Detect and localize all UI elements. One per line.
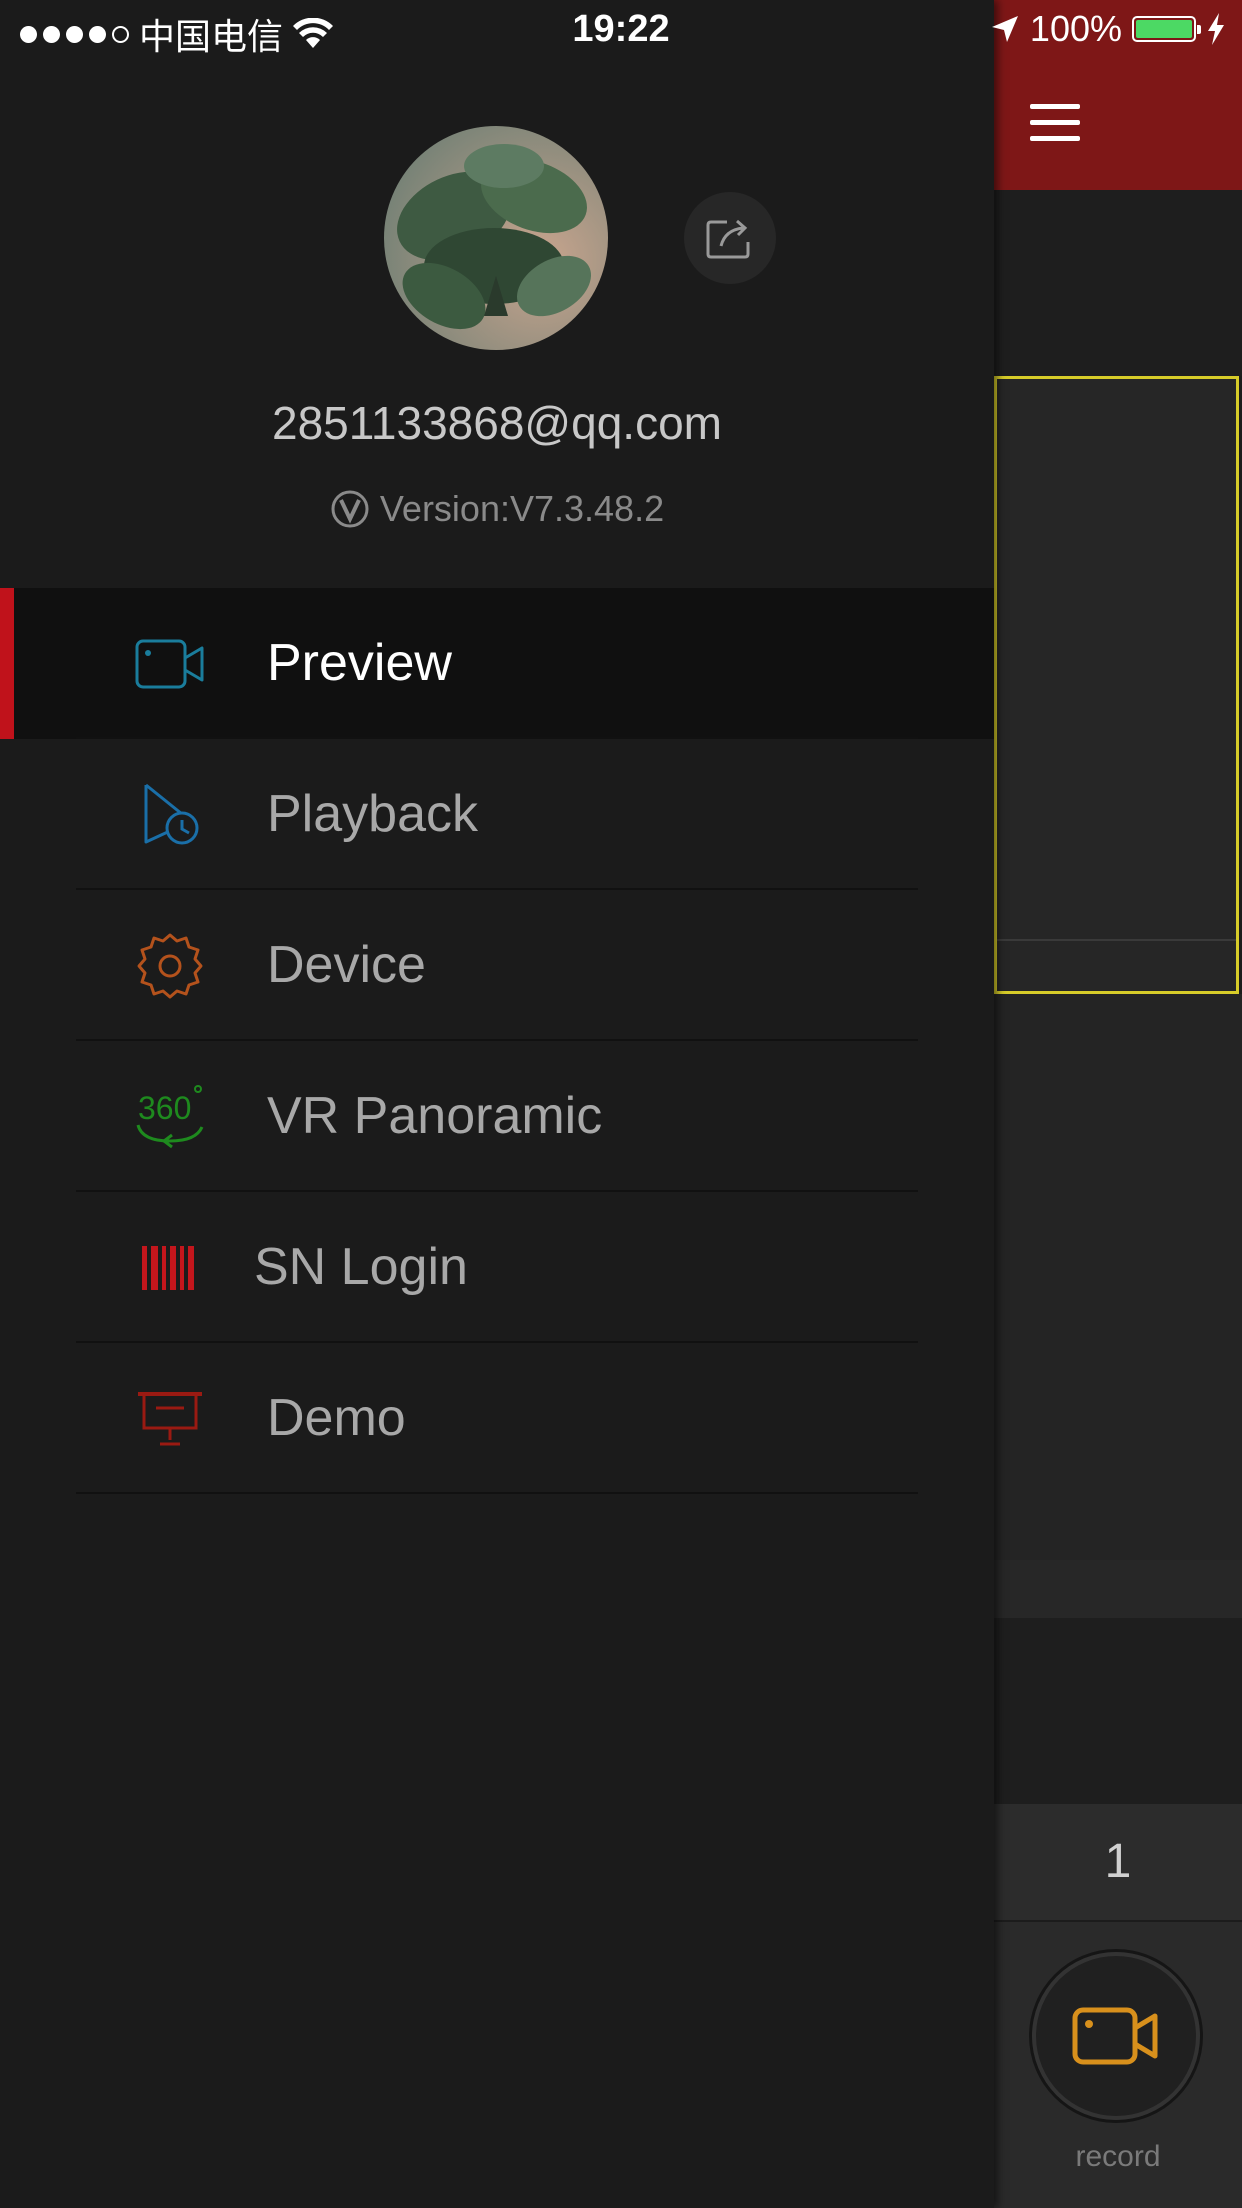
battery-icon xyxy=(1132,16,1201,42)
background-preview-screen: 1 record xyxy=(994,0,1242,2208)
vr-360-icon: 360 xyxy=(134,1083,206,1151)
version-text: Version:V7.3.48.2 xyxy=(379,488,665,529)
record-button[interactable] xyxy=(1032,1952,1200,2120)
menu-item-device[interactable]: Device xyxy=(0,890,994,1041)
vr-360-text: 360 xyxy=(138,1090,191,1126)
app-version: Version:V7.3.48.2 xyxy=(0,488,994,530)
page-number: 1 xyxy=(994,1804,1242,1920)
menu-item-playback[interactable]: Playback xyxy=(0,739,994,890)
cell-divider xyxy=(997,939,1236,941)
video-cell[interactable] xyxy=(994,994,1242,1562)
background-band xyxy=(994,1560,1242,1618)
charging-bolt-icon xyxy=(1208,13,1224,45)
hamburger-menu-icon[interactable] xyxy=(1030,104,1080,144)
menu-item-demo[interactable]: Demo xyxy=(0,1343,994,1494)
version-logo-icon xyxy=(331,490,369,528)
avatar[interactable] xyxy=(384,126,608,350)
menu-item-vr-panoramic[interactable]: 360 VR Panoramic xyxy=(0,1041,994,1192)
barcode-icon xyxy=(134,1234,206,1302)
video-camera-icon xyxy=(134,630,206,698)
separator xyxy=(76,1492,918,1494)
menu-label: Device xyxy=(267,936,426,994)
menu-label: Preview xyxy=(267,634,452,692)
gear-icon xyxy=(134,932,206,1000)
menu-label: Playback xyxy=(267,785,478,843)
drawer-menu: Preview Playback Device 360 VR Panoramic… xyxy=(0,588,994,1494)
bottom-toolbar: record xyxy=(994,1922,1242,2208)
account-email: 2851133868@qq.com xyxy=(272,397,722,449)
menu-item-sn-login[interactable]: SN Login xyxy=(0,1192,994,1343)
location-arrow-icon xyxy=(991,16,1018,42)
background-band-dark xyxy=(994,1618,1242,1804)
share-icon xyxy=(706,219,750,259)
selected-video-cell[interactable] xyxy=(994,376,1239,994)
background-strip xyxy=(994,190,1242,376)
menu-label: Demo xyxy=(267,1389,406,1447)
status-right: 100% xyxy=(990,8,1226,50)
status-bar: 中国电信 19:22 100% xyxy=(0,0,1242,62)
menu-label: VR Panoramic xyxy=(267,1087,603,1145)
battery-percent: 100% xyxy=(1029,8,1122,49)
battery-fill xyxy=(1136,20,1192,38)
side-drawer: 2851133868@qq.com Version:V7.3.48.2 Prev… xyxy=(0,0,994,2208)
record-label: record xyxy=(1075,2140,1161,2173)
menu-item-preview[interactable]: Preview xyxy=(0,588,994,739)
share-button[interactable] xyxy=(684,192,776,284)
presentation-screen-icon xyxy=(134,1385,206,1453)
menu-label: SN Login xyxy=(254,1238,468,1296)
playback-clock-icon xyxy=(134,781,206,849)
video-camera-icon xyxy=(1072,2007,1158,2065)
